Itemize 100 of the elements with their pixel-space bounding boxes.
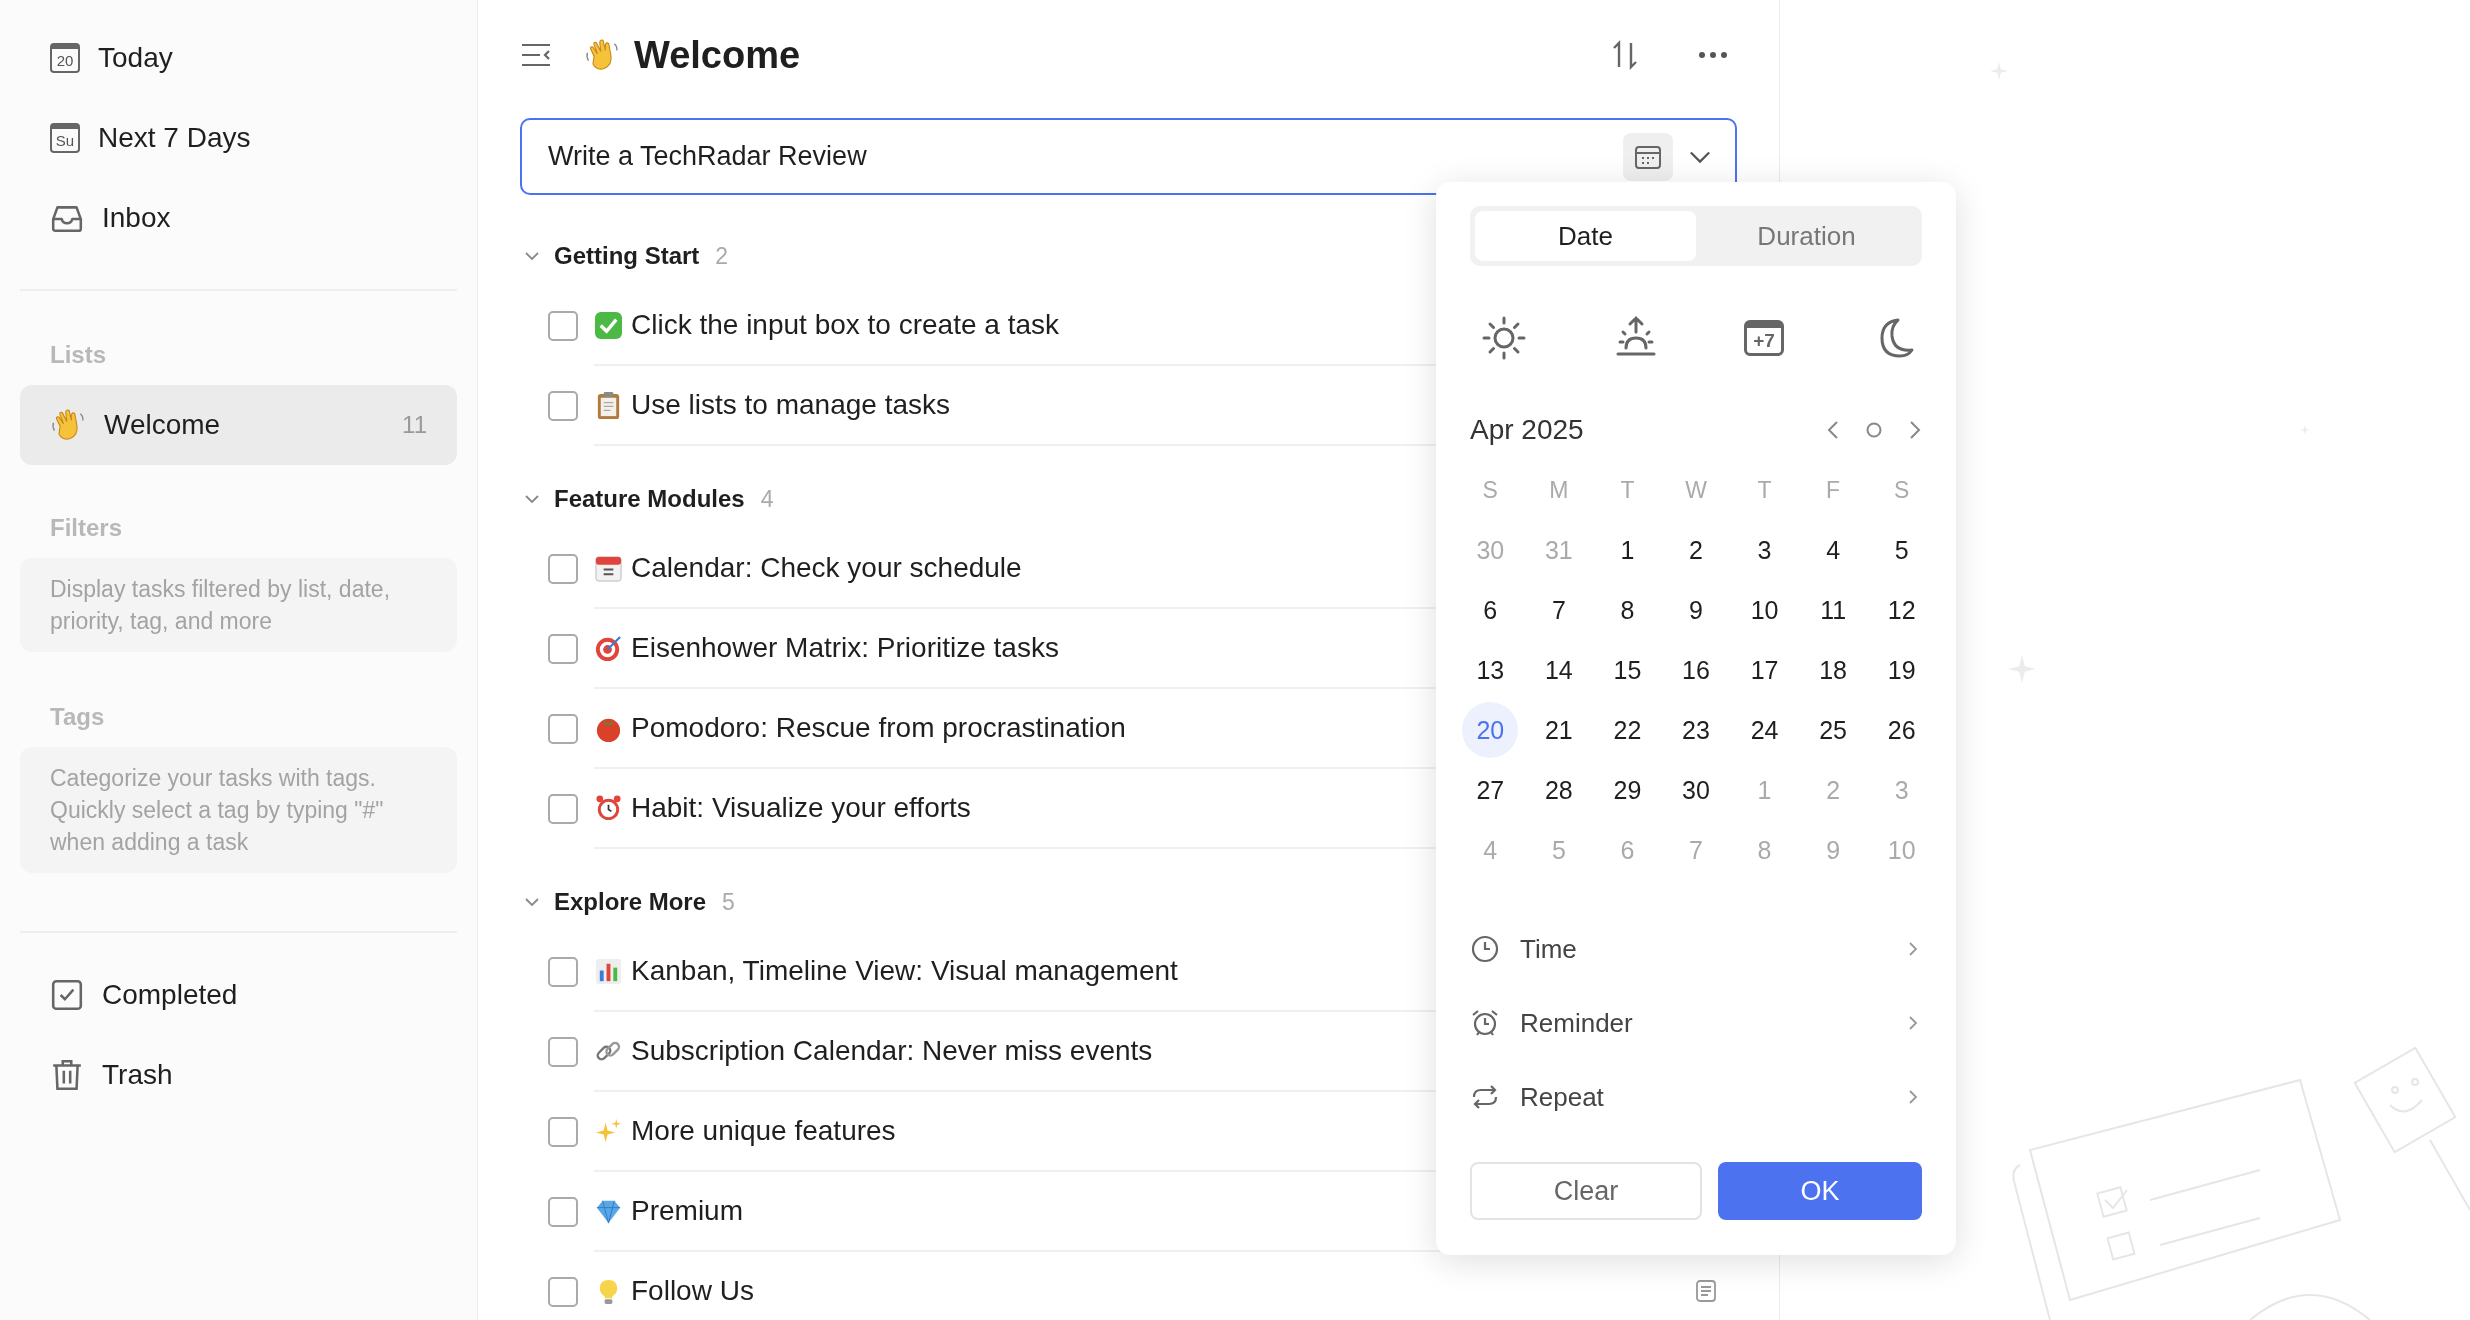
checkbox[interactable] — [548, 391, 578, 421]
list-title: Welcome — [634, 33, 801, 77]
ok-button[interactable]: OK — [1718, 1162, 1922, 1220]
calendar-day[interactable]: 2 — [1668, 522, 1724, 578]
more-icon[interactable] — [1697, 50, 1729, 60]
sidebar-item[interactable]: Su Next 7 Days — [20, 98, 457, 178]
checkbox[interactable] — [548, 794, 578, 824]
calendar-day[interactable]: 27 — [1462, 762, 1519, 818]
option-label: Time — [1520, 933, 1578, 965]
checkbox[interactable] — [548, 634, 578, 664]
weekday-label: S — [1894, 476, 1910, 504]
calendar-day[interactable]: 23 — [1668, 702, 1724, 758]
tab[interactable]: Duration — [1696, 211, 1917, 261]
weekday-label: S — [1482, 476, 1498, 504]
weekday-label: T — [1757, 476, 1772, 504]
month-label: Apr 2025 — [1470, 414, 1584, 446]
alarm-clock-icon — [594, 793, 623, 823]
trash-icon — [50, 1058, 84, 1092]
chevron-right-icon — [1908, 941, 1918, 957]
alarm-clock-icon — [1470, 1008, 1500, 1038]
calendar-day[interactable]: 16 — [1668, 642, 1724, 698]
calendar-day[interactable]: 21 — [1530, 702, 1587, 758]
option-label: Repeat — [1520, 1081, 1605, 1113]
sidebar-item[interactable]: 20 Today — [20, 18, 457, 98]
chevron-right-icon[interactable] — [1908, 420, 1922, 440]
sidebar-item[interactable]: Welcome 11 — [20, 385, 457, 465]
weekday-label: T — [1620, 476, 1635, 504]
calendar-day[interactable]: 7 — [1530, 582, 1587, 638]
calendar-day[interactable]: 13 — [1462, 642, 1519, 698]
calendar-day[interactable]: 14 — [1530, 642, 1587, 698]
checkbox-icon — [50, 978, 84, 1012]
chevron-right-icon — [1908, 1015, 1918, 1031]
calendar-day[interactable]: 8 — [1599, 582, 1656, 638]
section-heading: Lists — [49, 340, 107, 370]
weekday-label: M — [1549, 476, 1569, 504]
calendar-icon — [594, 553, 623, 583]
checkbox[interactable] — [548, 1117, 578, 1147]
waving-hand-icon — [584, 37, 620, 73]
calendar-day[interactable]: 5 — [1873, 522, 1930, 578]
calendar-day[interactable]: 11 — [1805, 582, 1862, 638]
calendar-day[interactable]: 19 — [1873, 642, 1930, 698]
calendar-day[interactable]: 4 — [1805, 522, 1862, 578]
calendar-day[interactable]: 30 — [1668, 762, 1724, 818]
weekday-label: W — [1685, 476, 1707, 504]
checkbox[interactable] — [548, 1037, 578, 1067]
checkbox[interactable] — [548, 1277, 578, 1307]
chevron-down-icon[interactable] — [524, 897, 540, 907]
chevron-down-icon[interactable] — [1689, 149, 1711, 164]
section-heading: Tags — [49, 702, 106, 732]
tags-hint: Categorize your tasks with tags. Quickly select a tag by typing "#" when adding a task — [20, 747, 457, 873]
option-label: Reminder — [1520, 1007, 1634, 1039]
sidebar-item[interactable]: Inbox — [20, 178, 457, 258]
calendar-icon: 20 — [50, 43, 80, 73]
calendar-day[interactable]: 6 — [1462, 582, 1519, 638]
calendar-day[interactable]: 15 — [1599, 642, 1656, 698]
count-label: 11 — [402, 411, 427, 439]
target-icon — [594, 633, 623, 663]
clear-button[interactable]: Clear — [1470, 1162, 1703, 1220]
weekday-label: F — [1826, 476, 1841, 504]
checkbox[interactable] — [548, 554, 578, 584]
calendar-day[interactable]: 25 — [1805, 702, 1862, 758]
calendar-plus-icon[interactable]: +7 — [1744, 320, 1784, 356]
calendar-day[interactable]: 10 — [1736, 582, 1793, 638]
task-title[interactable]: Follow Us — [631, 1275, 1687, 1307]
calendar-day[interactable]: 17 — [1736, 642, 1793, 698]
checkbox[interactable] — [548, 957, 578, 987]
checkbox[interactable] — [548, 1197, 578, 1227]
sun-icon[interactable] — [1480, 314, 1528, 362]
waving-hand-icon — [50, 407, 86, 443]
option-row[interactable]: Reminder — [1470, 986, 1922, 1060]
checkbox[interactable] — [548, 311, 578, 341]
checkbox[interactable] — [548, 714, 578, 744]
checkmark-icon — [594, 310, 623, 340]
circle-icon[interactable] — [1864, 420, 1884, 440]
filters-hint: Display tasks filtered by list, date, priority, tag, and more — [20, 558, 457, 652]
chevron-left-icon[interactable] — [1826, 420, 1840, 440]
sidebar-item[interactable]: Trash — [20, 1035, 457, 1115]
task-input-field[interactable]: Write a TechRadar Review — [520, 118, 1737, 195]
chevron-down-icon[interactable] — [524, 494, 540, 504]
calendar-day[interactable]: 24 — [1736, 702, 1793, 758]
calendar-day[interactable]: 20 — [1462, 702, 1519, 758]
calendar-day[interactable]: 28 — [1530, 762, 1587, 818]
calendar-day[interactable]: 1 — [1599, 522, 1656, 578]
option-row[interactable]: Repeat — [1470, 1060, 1922, 1134]
clock-icon — [1470, 934, 1500, 964]
sidebar-item[interactable]: Completed — [20, 955, 457, 1035]
chevron-right-icon — [1908, 1089, 1918, 1105]
calendar-day[interactable]: 12 — [1873, 582, 1930, 638]
tab[interactable]: Date — [1475, 211, 1696, 261]
calendar-day[interactable]: 29 — [1599, 762, 1656, 818]
calendar-day[interactable]: 9 — [1668, 582, 1724, 638]
calendar-day[interactable]: 3 — [1736, 522, 1793, 578]
calendar-day[interactable]: 26 — [1873, 702, 1930, 758]
date-button[interactable] — [1623, 132, 1673, 181]
task-input[interactable]: Write a TechRadar Review — [546, 140, 1607, 173]
bar-chart-icon — [594, 956, 623, 986]
chevron-down-icon[interactable] — [524, 251, 540, 261]
calendar-icon: Su — [50, 123, 80, 153]
calendar-day[interactable]: 22 — [1599, 702, 1656, 758]
calendar-day[interactable]: 18 — [1805, 642, 1862, 698]
